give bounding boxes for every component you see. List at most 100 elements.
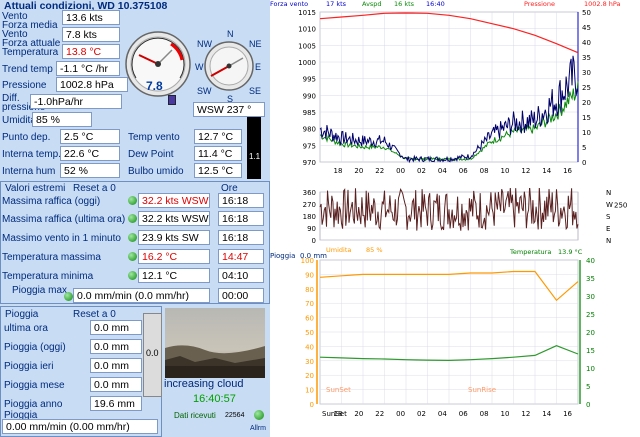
- extreme-status-1: [128, 214, 137, 223]
- temperature-tick-label: 0: [586, 401, 590, 409]
- alarm-label: Allrm: [250, 425, 266, 432]
- time-tick-label: 22: [375, 410, 384, 418]
- wind-tick-label: 0: [582, 159, 586, 167]
- sunrise-marker: SunRise: [468, 386, 496, 394]
- extreme-time-2: 16:18: [218, 230, 264, 245]
- extreme-time-0: 16:18: [218, 193, 264, 208]
- direction-tick-label: 180: [303, 213, 316, 221]
- int-temp-value: 22.6 °C: [60, 146, 120, 161]
- rain-max-time: 00:00: [218, 288, 264, 303]
- wind-tick-label: 25: [582, 84, 591, 92]
- pressure-tick-label: 980: [303, 126, 316, 134]
- time-tick-label: 20: [354, 167, 363, 175]
- humidity-tick-label: 30: [305, 358, 314, 366]
- rain-max-label: Pioggia max: [12, 285, 68, 296]
- temperature-tick-label: 25: [586, 311, 595, 319]
- pressure-tick-label: 985: [303, 109, 316, 117]
- humidity-tick-label: 60: [305, 315, 314, 323]
- wind-tick-label: 30: [582, 69, 591, 77]
- compass-se: SE: [249, 86, 262, 96]
- rain-rate-value: 0.00 mm/min (0.00 mm/hr): [2, 419, 158, 434]
- legend-pressure: Pressione: [524, 0, 556, 8]
- int-temp-label: Interna temp.: [2, 149, 61, 160]
- rain-value-1: 0.0 mm: [90, 339, 142, 354]
- rain-gauge-value: 0.0: [146, 348, 159, 358]
- sunset-axis-label: SunSet: [322, 410, 347, 418]
- time-tick-label: 10: [500, 167, 509, 175]
- humidity-value: 85 %: [32, 112, 92, 127]
- rain-reset[interactable]: Reset a 0: [73, 309, 116, 320]
- time-tick-label: 10: [500, 410, 509, 418]
- legend-avg: Avspd: [362, 0, 382, 8]
- extreme-value-3: 16.2 °C: [138, 249, 210, 264]
- pressure-label: Pressione: [2, 80, 47, 91]
- extreme-time-3: 14:47: [218, 249, 264, 264]
- wetbulb-label: Bulbo umido: [128, 166, 184, 177]
- time-tick-label: 08: [480, 410, 489, 418]
- extreme-value-1: 32.2 kts WSW: [138, 211, 210, 226]
- legend-time: 16:40: [426, 0, 445, 8]
- time-tick-label: 04: [438, 410, 447, 418]
- time-tick-label: 00: [396, 167, 405, 175]
- compass-n: N: [227, 29, 234, 39]
- compass-nw: NW: [197, 39, 212, 49]
- direction-tick-label: 0: [312, 237, 316, 245]
- compass-ne: NE: [249, 39, 262, 49]
- extreme-status-0: [128, 196, 137, 205]
- side-gauge-value: 1.1: [249, 152, 261, 161]
- humidity-tick-label: 100: [301, 257, 314, 265]
- time-tick-label: 08: [480, 167, 489, 175]
- temperature-tick-label: 35: [586, 275, 595, 283]
- humidity-label: Umidita: [2, 115, 36, 126]
- pressure-tick-label: 995: [303, 76, 316, 84]
- humidity-tick-label: 80: [305, 286, 314, 294]
- rain-max-value: 0.0 mm/min (0.0 mm/hr): [73, 288, 210, 303]
- rain-gauge: 0.0: [143, 313, 162, 397]
- extremes-reset[interactable]: Reset a 0: [73, 183, 116, 194]
- time-tick-label: 16: [563, 410, 572, 418]
- pressure-tick-label: 1010: [298, 26, 316, 34]
- graphs-area: Forza vento 17 kts Avspd 16 kts 16:40 Pr…: [270, 0, 640, 437]
- extreme-value-2: 23.9 kts SW: [138, 230, 210, 245]
- extreme-label-4: Temperatura minima: [2, 271, 94, 282]
- wind-temp-value: 12.7 °C: [194, 129, 242, 144]
- sunset-marker: SunSet: [326, 386, 351, 394]
- compass-letter: N: [606, 237, 611, 245]
- pressure-tick-label: 1015: [298, 9, 316, 17]
- extreme-status-3: [128, 252, 137, 261]
- wind-pressure-chart: 1015101010051000995990985980975970504540…: [298, 9, 591, 175]
- rain-label-2: Pioggia ieri: [4, 361, 54, 372]
- rain-title: Pioggia: [5, 309, 39, 320]
- temperature-legend-value: 13.9 °C: [558, 248, 583, 256]
- time-tick-label: 18: [334, 167, 343, 175]
- legend-wind: Forza vento: [270, 0, 309, 8]
- rain-label-0: ultima ora: [4, 323, 48, 334]
- compass-letter: E: [606, 225, 610, 233]
- wind-current-value: 7.8 kts: [62, 27, 120, 42]
- pressure-tick-label: 990: [303, 92, 316, 100]
- left-panel: Attuali condizioni, WD 10.375108 Vento F…: [0, 0, 270, 437]
- rain-value-0: 0.0 mm: [90, 320, 142, 335]
- compass-letter: S: [606, 213, 611, 221]
- pressure-tick-label: 975: [303, 142, 316, 150]
- wetbulb-value: 12.5 °C: [194, 163, 242, 178]
- humidity-legend-value: 85 %: [366, 246, 383, 254]
- rain-max-status: [64, 292, 73, 301]
- dewpoint-value: 11.4 °C: [194, 146, 242, 161]
- rain-value-4: 19.6 mm: [90, 396, 142, 411]
- wind-gauge-value: 7.8: [146, 79, 163, 93]
- legend-avg-value: 16 kts: [394, 0, 415, 8]
- int-hum-value: 52 %: [60, 163, 120, 178]
- extreme-label-1: Massima raffica (ultima ora): [2, 214, 126, 225]
- wind-tick-label: 45: [582, 24, 591, 32]
- temperature-tick-label: 30: [586, 293, 595, 301]
- alarm-status-icon: [254, 410, 264, 420]
- compass-letter: W: [606, 201, 613, 209]
- dew-label: Punto dep.: [2, 132, 51, 143]
- trend-value: -1.1 °C /hr: [56, 61, 120, 76]
- time-tick-label: 14: [542, 167, 551, 175]
- extreme-status-2: [128, 233, 137, 242]
- time-tick-label: 14: [542, 410, 551, 418]
- legend-wind-value: 17 kts: [326, 0, 347, 8]
- pressure-tick-label: 1005: [298, 42, 316, 50]
